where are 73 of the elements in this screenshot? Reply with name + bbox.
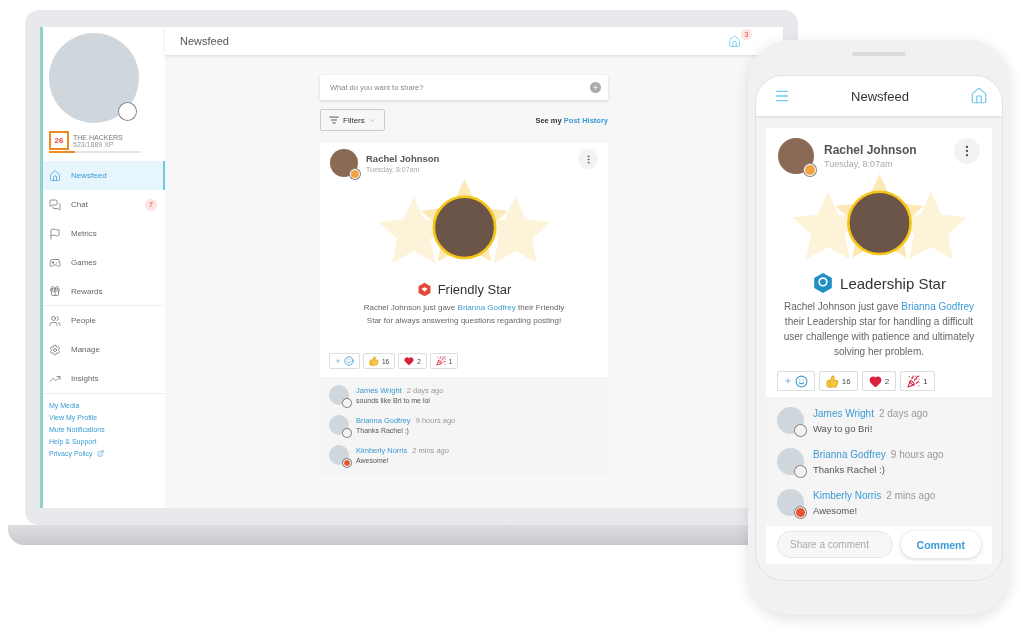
home-button[interactable] bbox=[970, 87, 988, 105]
badge-icon bbox=[343, 429, 351, 437]
profile-link[interactable]: Brianna Godfrey bbox=[901, 301, 975, 312]
commenter-link[interactable]: James Wright bbox=[813, 407, 874, 419]
comment-time: 9 hours ago bbox=[890, 448, 944, 460]
nav-item[interactable]: Games bbox=[43, 248, 165, 277]
party-popper-icon bbox=[435, 356, 446, 366]
nav-item[interactable]: Manage bbox=[43, 335, 165, 364]
award-message: Rachel Johnson just gave Brianna Godfrey their Friendly Star for always answering questions regarding posting! bbox=[362, 302, 566, 327]
page-title: Newsfeed bbox=[851, 88, 909, 104]
chevron-down-icon bbox=[368, 116, 376, 124]
filter-icon bbox=[329, 115, 339, 125]
reaction-button[interactable]: 2 bbox=[861, 371, 897, 391]
heart-icon bbox=[868, 374, 882, 388]
profile-link[interactable]: Brianna Godfrey bbox=[457, 303, 516, 312]
plus-icon bbox=[590, 82, 601, 93]
comment-text: Awesome! bbox=[813, 504, 859, 516]
comment-time: 2 days ago bbox=[878, 407, 928, 419]
nav-icon bbox=[49, 314, 61, 327]
badge-icon bbox=[804, 164, 816, 176]
badge-icon bbox=[119, 103, 136, 120]
nav-item[interactable]: Newsfeed bbox=[43, 161, 165, 190]
hexagon-award-icon bbox=[812, 272, 835, 294]
badge-icon bbox=[795, 466, 806, 477]
reaction-button[interactable] bbox=[329, 353, 360, 369]
nav-item[interactable]: Metrics bbox=[43, 219, 165, 248]
menu-button[interactable] bbox=[774, 88, 790, 104]
award-title: Friendly Star bbox=[437, 282, 512, 297]
commenter-link[interactable]: Kimberly Norris bbox=[813, 489, 882, 501]
badge-icon bbox=[795, 425, 806, 436]
smile-icon bbox=[794, 374, 808, 388]
nav-item[interactable]: Insights bbox=[43, 364, 165, 393]
badge-icon bbox=[795, 507, 806, 518]
smile-icon bbox=[344, 356, 354, 366]
badge-icon bbox=[350, 169, 360, 179]
nav-icon bbox=[49, 256, 61, 269]
badge-icon bbox=[343, 459, 351, 467]
nav-icon bbox=[49, 198, 61, 211]
reaction-button[interactable] bbox=[777, 371, 815, 391]
nav-icon bbox=[49, 285, 61, 297]
more-button[interactable] bbox=[954, 138, 980, 164]
nav-item[interactable]: Rewards bbox=[43, 277, 165, 306]
comment-text: Way to go Bri! bbox=[813, 422, 874, 434]
comment-time: 2 mins ago bbox=[886, 489, 936, 501]
nav-item[interactable]: People bbox=[43, 306, 165, 335]
reaction-button[interactable]: 1 bbox=[900, 371, 935, 391]
award-message: Rachel Johnson just gave Brianna Godfrey their Leadership star for handling a difficult user challenge with patience and ultimately solving her problem. bbox=[782, 300, 976, 359]
hexagon-award-icon bbox=[416, 282, 432, 297]
nav-icon bbox=[49, 169, 61, 182]
nav-icon bbox=[49, 227, 61, 240]
comment-field[interactable]: Share a comment bbox=[777, 531, 893, 558]
post-author: Rachel Johnson bbox=[366, 153, 441, 164]
reaction-button[interactable]: 16 bbox=[818, 371, 858, 391]
page-title: Newsfeed bbox=[180, 35, 229, 47]
comment-text: Thanks Rachel :) bbox=[813, 463, 886, 475]
nav-icon bbox=[49, 343, 61, 356]
award-title: Leadership Star bbox=[840, 274, 946, 292]
thumbs-up-icon bbox=[825, 374, 839, 388]
external-link-icon bbox=[96, 450, 104, 457]
filters-button[interactable]: Filters bbox=[320, 109, 385, 131]
party-popper-icon bbox=[907, 374, 921, 388]
level-badge: 26 bbox=[49, 131, 69, 150]
commenter-link[interactable]: Brianna Godfrey bbox=[813, 448, 886, 460]
plus-icon bbox=[784, 377, 792, 385]
heart-icon bbox=[404, 356, 415, 366]
thumbs-up-icon bbox=[369, 356, 379, 366]
plus-icon bbox=[335, 358, 341, 364]
more-button[interactable] bbox=[578, 149, 598, 169]
badge-icon bbox=[343, 399, 351, 407]
post-author: Rachel Johnson bbox=[824, 143, 918, 157]
post-time: Tuesday, 8:07am bbox=[824, 159, 894, 169]
comment-button[interactable]: Comment bbox=[900, 531, 981, 558]
home-button[interactable] bbox=[728, 34, 741, 48]
